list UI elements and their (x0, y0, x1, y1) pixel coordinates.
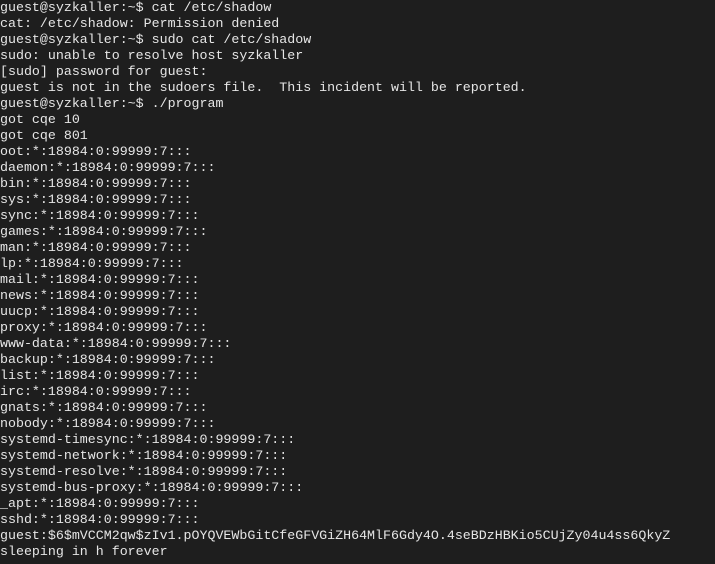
terminal-line: man:*:18984:0:99999:7::: (0, 240, 192, 255)
terminal-line: guest@syzkaller:~$ ./program (0, 96, 224, 111)
terminal-line: irc:*:18984:0:99999:7::: (0, 384, 192, 399)
terminal-line: news:*:18984:0:99999:7::: (0, 288, 200, 303)
terminal-line: www-data:*:18984:0:99999:7::: (0, 336, 232, 351)
terminal-line: lp:*:18984:0:99999:7::: (0, 256, 184, 271)
terminal-line: systemd-bus-proxy:*:18984:0:99999:7::: (0, 480, 304, 495)
terminal-line: gnats:*:18984:0:99999:7::: (0, 400, 208, 415)
terminal-line: daemon:*:18984:0:99999:7::: (0, 160, 216, 175)
terminal-line: sudo: unable to resolve host syzkaller (0, 48, 304, 63)
terminal-line: guest:$6$mVCCM2qw$zIv1.pOYQVEWbGitCfeGFV… (0, 528, 671, 543)
terminal-line: got cqe 10 (0, 112, 80, 127)
terminal-line: guest is not in the sudoers file. This i… (0, 80, 527, 95)
terminal-line: sync:*:18984:0:99999:7::: (0, 208, 200, 223)
terminal-line: systemd-timesync:*:18984:0:99999:7::: (0, 432, 296, 447)
terminal-line: _apt:*:18984:0:99999:7::: (0, 496, 200, 511)
terminal-line: backup:*:18984:0:99999:7::: (0, 352, 216, 367)
terminal-line: proxy:*:18984:0:99999:7::: (0, 320, 208, 335)
terminal-line: systemd-network:*:18984:0:99999:7::: (0, 448, 288, 463)
terminal-line: got cqe 801 (0, 128, 88, 143)
terminal-line: bin:*:18984:0:99999:7::: (0, 176, 192, 191)
terminal-line: cat: /etc/shadow: Permission denied (0, 16, 280, 31)
terminal-line: guest@syzkaller:~$ sudo cat /etc/shadow (0, 32, 312, 47)
terminal-line: mail:*:18984:0:99999:7::: (0, 272, 200, 287)
terminal-line: games:*:18984:0:99999:7::: (0, 224, 208, 239)
terminal-line: oot:*:18984:0:99999:7::: (0, 144, 192, 159)
terminal-line: systemd-resolve:*:18984:0:99999:7::: (0, 464, 288, 479)
terminal-line: sys:*:18984:0:99999:7::: (0, 192, 192, 207)
terminal-window[interactable]: guest@syzkaller:~$ cat /etc/shadow cat: /… (0, 0, 715, 564)
terminal-line: nobody:*:18984:0:99999:7::: (0, 416, 216, 431)
terminal-line: uucp:*:18984:0:99999:7::: (0, 304, 200, 319)
terminal-line: guest@syzkaller:~$ cat /etc/shadow (0, 0, 272, 15)
terminal-line: [sudo] password for guest: (0, 64, 208, 79)
terminal-line: sshd:*:18984:0:99999:7::: (0, 512, 200, 527)
terminal-line: sleeping in h forever (0, 544, 168, 559)
prompt-line[interactable] (0, 560, 715, 564)
terminal-line: list:*:18984:0:99999:7::: (0, 368, 200, 383)
